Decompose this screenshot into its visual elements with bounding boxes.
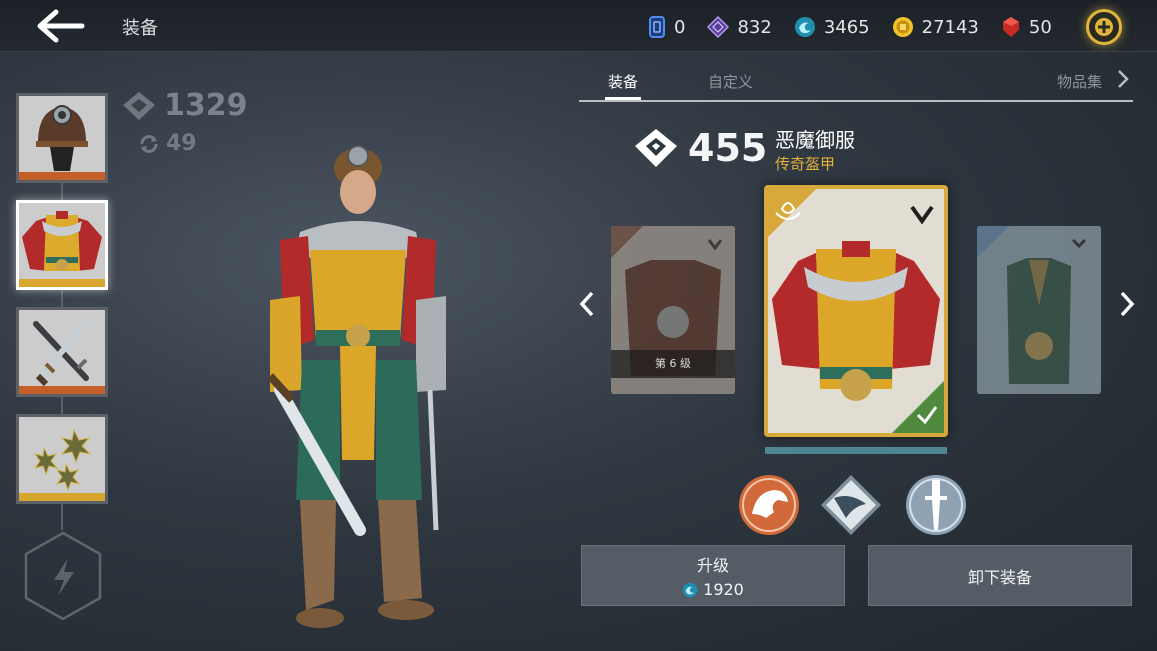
item-rarity: 传奇盔甲	[775, 155, 836, 173]
purple-diamond-icon	[707, 16, 730, 38]
slot-shuriken[interactable]	[16, 414, 108, 504]
armor-icon	[22, 211, 102, 271]
slot-armor[interactable]	[16, 200, 108, 290]
power-diamond-icon	[123, 91, 155, 120]
armor-green-icon	[977, 226, 1101, 394]
currency-cards[interactable]: 0	[648, 16, 685, 38]
currency-orbs-value: 3465	[823, 16, 870, 38]
upgrade-cost: 1920	[682, 580, 744, 599]
orb-icon	[682, 582, 698, 597]
orb-icon	[794, 17, 815, 37]
slash-icon	[821, 475, 881, 535]
hero-character[interactable]	[240, 140, 480, 640]
card-icon	[649, 16, 665, 38]
unequip-label: 卸下装备	[967, 567, 1032, 587]
currency-coins[interactable]: 27143	[892, 16, 979, 38]
dragon-icon	[739, 475, 799, 535]
currency-coins-value: 27143	[921, 16, 979, 38]
sub-stat: 49	[138, 131, 197, 156]
carousel-next-button[interactable]	[1115, 289, 1139, 319]
chevron-right-icon	[1120, 291, 1135, 317]
warrior-figure-icon	[267, 145, 446, 628]
currency-gems-value: 832	[737, 16, 772, 38]
ability-slash[interactable]	[820, 474, 882, 536]
add-currency-button[interactable]	[1086, 9, 1122, 45]
slot-weapons-bar	[19, 386, 105, 394]
currency-rubies-value: 50	[1028, 16, 1052, 38]
item-card-selected[interactable]	[764, 185, 948, 437]
tab-customize[interactable]: 自定义	[708, 71, 753, 92]
chevron-right-icon	[1118, 70, 1129, 88]
item-name: 恶魔御服	[775, 128, 855, 152]
currency-bar: 0 832 3465 27143 50	[648, 14, 1074, 40]
ability-sword[interactable]	[905, 474, 967, 536]
top-bar: 装备 0 832 3465 27143 50	[0, 0, 1157, 52]
unequip-button[interactable]: 卸下装备	[868, 545, 1132, 606]
swords-icon	[33, 319, 91, 387]
item-power-value: 455	[688, 126, 768, 170]
total-power: 1329	[122, 88, 248, 123]
item-progress-bar	[765, 447, 947, 454]
currency-gems[interactable]: 832	[707, 16, 772, 38]
plus-icon	[1095, 18, 1113, 36]
slot-ability-locked[interactable]	[22, 530, 104, 622]
carousel-prev-button[interactable]	[575, 289, 599, 319]
upgrade-button[interactable]: 升级 1920	[581, 545, 845, 606]
currency-cards-value: 0	[674, 16, 686, 38]
tab-next-button[interactable]	[1113, 68, 1133, 90]
ruby-icon	[1002, 17, 1019, 37]
ability-dragon[interactable]	[738, 474, 800, 536]
slot-helmet[interactable]	[16, 93, 108, 183]
refresh-icon	[140, 134, 158, 153]
back-button[interactable]	[36, 8, 86, 44]
upgrade-cost-value: 1920	[703, 580, 744, 599]
tab-equip[interactable]: 装备	[604, 71, 642, 100]
tab-collection[interactable]: 物品集	[1057, 71, 1102, 92]
currency-rubies[interactable]: 50	[1001, 16, 1052, 38]
item-card-next[interactable]	[977, 226, 1101, 394]
item-level-label: 第 6 级	[611, 350, 735, 378]
coin-icon	[892, 17, 913, 37]
power-diamond-icon	[635, 129, 677, 167]
arrow-left-icon	[37, 9, 85, 43]
sword-icon	[906, 475, 966, 535]
slot-armor-bar	[19, 279, 105, 287]
sub-stat-value: 49	[166, 131, 197, 156]
lightning-hex-icon	[24, 531, 102, 621]
currency-orbs[interactable]: 3465	[794, 16, 870, 38]
item-power: 455	[634, 126, 767, 170]
slot-helmet-bar	[19, 172, 105, 180]
tab-bar: 装备 自定义 物品集	[579, 62, 1133, 102]
slot-weapons[interactable]	[16, 307, 108, 397]
legendary-armor-icon	[768, 189, 944, 433]
shuriken-icon	[33, 428, 92, 492]
page-title: 装备	[122, 18, 158, 39]
upgrade-label: 升级	[696, 556, 729, 575]
total-power-value: 1329	[164, 88, 248, 123]
slot-shuriken-bar	[19, 493, 105, 501]
helmet-icon	[36, 105, 88, 171]
chevron-left-icon	[579, 291, 594, 317]
